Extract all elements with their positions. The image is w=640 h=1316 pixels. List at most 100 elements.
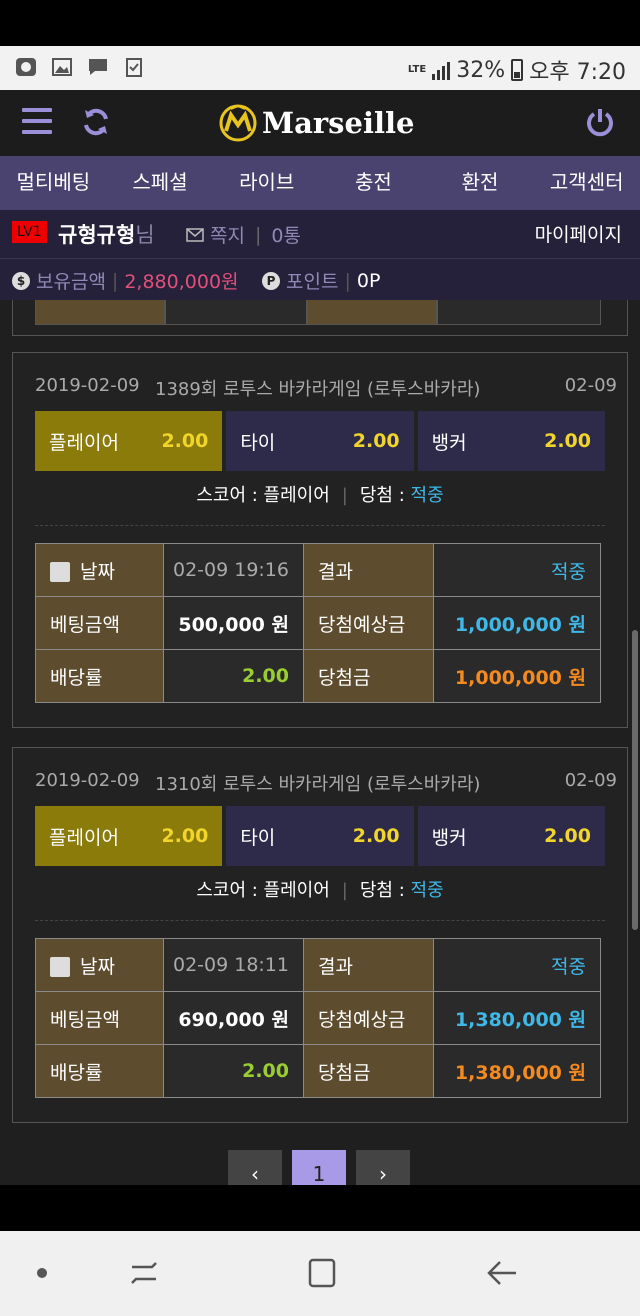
date-label-cell: 날짜 [35, 543, 164, 597]
prev-page-button[interactable]: ‹ [228, 1150, 282, 1185]
odds-rate-value: 2.00 [163, 649, 304, 703]
network-label: LTE [407, 64, 427, 75]
point-label: 포인트 [286, 271, 339, 293]
result-label: 결과 [303, 543, 434, 597]
bet-history-list[interactable]: 2019-02-09 1389회 로투스 바카라게임 (로투스바카라) 02-0… [0, 300, 640, 1185]
level-badge: LV1 [12, 221, 47, 243]
message-icon [89, 59, 107, 75]
battery-icon [511, 59, 524, 81]
system-nav-bar [0, 1231, 640, 1316]
card-date: 2019-02-09 [35, 375, 140, 396]
odds-rate-label: 배당률 [35, 1044, 164, 1098]
bet-amount-label: 베팅금액 [35, 596, 164, 650]
score-line: 스코어 : 플레이어 | 당첨 : 적중 [196, 485, 444, 506]
nav-multibet[interactable]: 멀티베팅 [0, 156, 107, 210]
user-bar: LV1 규형규형님 쪽지 | 0통 마이페이지 [0, 210, 640, 258]
logo-text: Marseille [262, 106, 415, 140]
card-short-date: 02-09 [564, 375, 617, 396]
status-bar: LTE 32% 오후 7:20 [0, 46, 640, 90]
om-logo-icon [219, 104, 257, 142]
app-notification-icon [16, 58, 36, 76]
clock: 오후 7:20 [529, 60, 626, 85]
odds-player[interactable]: 플레이어 2.00 [35, 411, 223, 471]
nav-withdraw[interactable]: 환전 [427, 156, 534, 210]
mypage-link[interactable]: 마이페이지 [535, 220, 622, 247]
scrollbar[interactable] [632, 630, 638, 930]
balance-bar: $ 보유금액 | 2,880,000원 P 포인트 | 0P [0, 258, 640, 300]
odds-banker[interactable]: 뱅커 2.00 [417, 411, 605, 471]
win-amount-value: 1,380,000 원 [433, 1044, 601, 1098]
messages-link[interactable]: 쪽지 | 0통 [186, 221, 301, 248]
odds-rate-label: 배당률 [35, 649, 164, 703]
win-amount-value: 1,000,000 원 [433, 649, 601, 703]
date-label-cell: 날짜 [35, 938, 164, 992]
odds-player[interactable]: 플레이어 2.00 [35, 806, 223, 866]
win-amount-label: 당첨금 [303, 649, 434, 703]
power-icon[interactable] [584, 106, 616, 138]
gallery-icon [52, 58, 72, 76]
nav-live[interactable]: 라이브 [213, 156, 320, 210]
odds-tie[interactable]: 타이 2.00 [226, 411, 414, 471]
dollar-coin-icon: $ [12, 271, 30, 290]
date-value: 02-09 18:11 [163, 938, 304, 992]
nav-special[interactable]: 스페셜 [107, 156, 214, 210]
bet-amount-value: 500,000 원 [163, 596, 304, 650]
card-short-date: 02-09 [564, 770, 617, 791]
expected-win-label: 당첨예상금 [303, 596, 434, 650]
nav-customer-center[interactable]: 고객센터 [533, 156, 640, 210]
refresh-icon[interactable] [80, 106, 112, 138]
date-value: 02-09 19:16 [163, 543, 304, 597]
bet-detail-table: 날짜 02-09 18:11 결과 적중 베팅금액 690,000 원 당첨예상… [35, 938, 601, 1098]
top-bezel [0, 0, 640, 46]
odds-row: 플레이어 2.00 타이 2.00 뱅커 2.00 [35, 411, 605, 471]
main-nav: 멀티베팅 스페셜 라이브 충전 환전 고객센터 [0, 156, 640, 210]
point-coin-icon: P [262, 271, 280, 290]
messages-count: 0통 [271, 225, 301, 247]
hamburger-menu-icon[interactable] [22, 108, 52, 136]
divider [35, 525, 605, 526]
bet-detail-table: 날짜 02-09 19:16 결과 적중 베팅금액 500,000 원 당첨예상… [35, 543, 601, 703]
checkbox[interactable] [50, 957, 70, 977]
expected-win-value: 1,000,000 원 [433, 596, 601, 650]
odds-rate-value: 2.00 [163, 1044, 304, 1098]
page-1-button[interactable]: 1 [292, 1150, 346, 1185]
card-date: 2019-02-09 [35, 770, 140, 791]
envelope-icon [186, 227, 204, 242]
messages-label: 쪽지 [210, 225, 245, 247]
divider [35, 920, 605, 921]
bet-amount-label: 베팅금액 [35, 991, 164, 1045]
result-label: 결과 [303, 938, 434, 992]
point-item: P 포인트 | 0P [262, 267, 380, 294]
logo[interactable]: Marseille [218, 100, 414, 146]
bet-amount-value: 690,000 원 [163, 991, 304, 1045]
expected-win-label: 당첨예상금 [303, 991, 434, 1045]
odds-row: 플레이어 2.00 타이 2.00 뱅커 2.00 [35, 806, 605, 866]
balance-label: 보유금액 [36, 271, 106, 293]
card-title: 1389회 로투스 바카라게임 (로투스바카라) [155, 379, 481, 400]
score-line: 스코어 : 플레이어 | 당첨 : 적중 [196, 880, 444, 901]
recent-apps-icon[interactable] [124, 1253, 164, 1293]
previous-card-partial [12, 300, 628, 336]
nav-deposit[interactable]: 충전 [320, 156, 427, 210]
card-title: 1310회 로투스 바카라게임 (로투스바카라) [155, 774, 481, 795]
battery-percent: 32% [456, 57, 506, 83]
result-value: 적중 [433, 938, 601, 992]
odds-tie[interactable]: 타이 2.00 [226, 806, 414, 866]
signal-icon [432, 60, 451, 80]
home-icon[interactable] [302, 1253, 342, 1293]
app-header: Marseille [0, 90, 640, 156]
odds-banker[interactable]: 뱅커 2.00 [417, 806, 605, 866]
bet-card: 2019-02-09 1310회 로투스 바카라게임 (로투스바카라) 02-0… [12, 747, 628, 1123]
expected-win-value: 1,380,000 원 [433, 991, 601, 1045]
dot-icon[interactable] [22, 1253, 62, 1293]
next-page-button[interactable]: › [356, 1150, 410, 1185]
result-value: 적중 [433, 543, 601, 597]
checkbox[interactable] [50, 562, 70, 582]
clipboard-icon [126, 58, 142, 77]
pagination: ‹ 1 › [228, 1150, 410, 1185]
win-amount-label: 당첨금 [303, 1044, 434, 1098]
point-value: 0P [356, 269, 381, 292]
username: 규형규형님 [58, 223, 155, 247]
back-icon[interactable] [482, 1253, 522, 1293]
balance-item: $ 보유금액 | 2,880,000원 [12, 267, 239, 294]
